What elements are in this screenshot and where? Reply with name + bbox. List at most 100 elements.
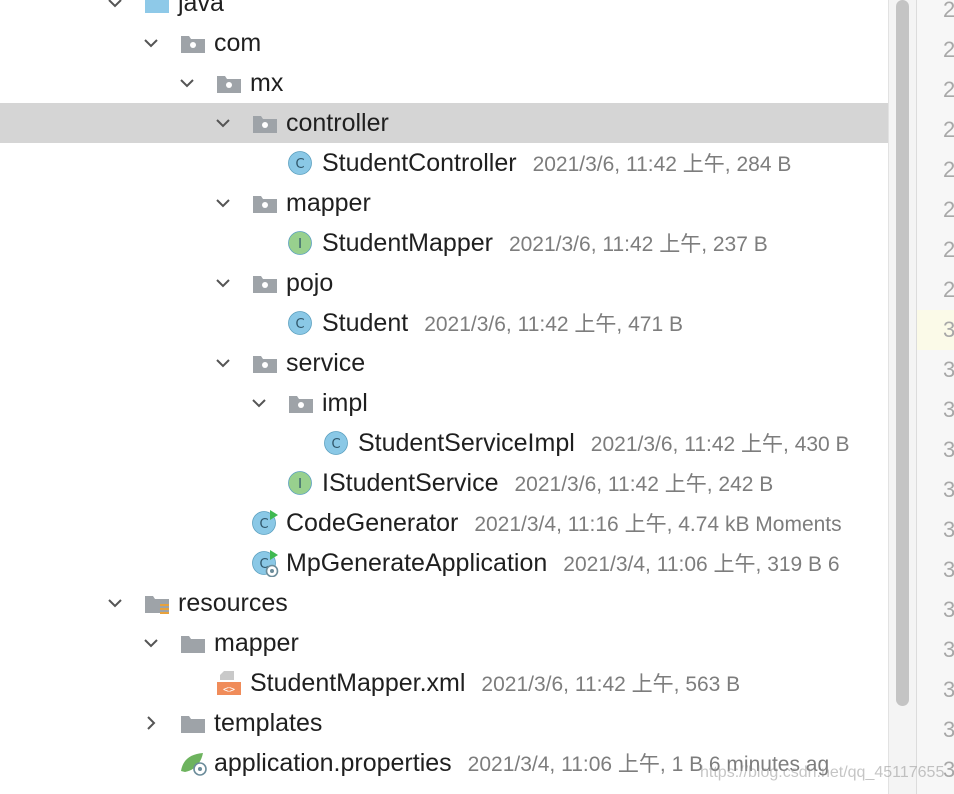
line-number: 3 [943, 750, 954, 790]
line-number: 2 [943, 190, 954, 230]
line-number: 2 [943, 70, 954, 110]
line-number: 3 [943, 630, 954, 670]
chevron-down-icon[interactable] [214, 274, 232, 292]
class-icon: C [323, 429, 351, 457]
file-metadata: 2021/3/6, 11:42 上午, 284 B [532, 153, 792, 176]
tree-item-label: pojo [286, 269, 334, 297]
tree-item-label: Student 2021/3/6, 11:42 上午, 471 B [322, 309, 683, 337]
class-icon: C [287, 149, 315, 177]
line-number: 3 [943, 510, 954, 550]
line-number: 3 [943, 390, 954, 430]
package-icon [251, 269, 279, 297]
tree-item-java[interactable]: java [0, 0, 888, 23]
tree-item-controller[interactable]: controller [0, 103, 888, 143]
line-number: 3 [943, 710, 954, 750]
interface-icon: I [287, 229, 315, 257]
tree-item-studentmapper[interactable]: I StudentMapper 2021/3/6, 11:42 上午, 237 B [0, 223, 888, 263]
svg-text:C: C [295, 317, 304, 332]
file-metadata: 2021/3/4, 11:16 上午, 4.74 kB Moments [474, 513, 842, 536]
package-icon [251, 109, 279, 137]
runnable-class-icon: C [251, 509, 279, 537]
line-number: 2 [943, 0, 954, 30]
tree-item-label: java [178, 0, 224, 17]
chevron-down-icon[interactable] [250, 394, 268, 412]
file-metadata: 2021/3/6, 11:42 上午, 563 B [481, 673, 741, 696]
folder-icon [179, 629, 207, 657]
line-number: 2 [943, 150, 954, 190]
line-number: 3 [943, 430, 954, 470]
tree-item-label: MpGenerateApplication 2021/3/4, 11:06 上午,… [286, 549, 840, 577]
tree-item-label: mapper [214, 629, 299, 657]
chevron-down-icon[interactable] [142, 34, 160, 52]
line-number: 3 [943, 590, 954, 630]
tree-item-studentcontroller[interactable]: C StudentController 2021/3/6, 11:42 上午, 2… [0, 143, 888, 183]
package-icon [215, 69, 243, 97]
tree-item-label: templates [214, 709, 323, 737]
tree-item-mapper[interactable]: mapper [0, 623, 888, 663]
properties-file-icon [179, 749, 207, 777]
editor-gutter: 22222222333333333333 [916, 0, 954, 794]
tree-item-com[interactable]: com [0, 23, 888, 63]
tree-item-label: mx [250, 69, 284, 97]
tree-item-label: impl [322, 389, 368, 417]
file-metadata: 2021/3/6, 11:42 上午, 430 B [590, 433, 850, 456]
tree-item-label: resources [178, 589, 288, 617]
tree-item-istudentservice[interactable]: I IStudentService 2021/3/6, 11:42 上午, 242… [0, 463, 888, 503]
tree-item-label: StudentServiceImpl 2021/3/6, 11:42 上午, 43… [358, 429, 850, 457]
tree-item-impl[interactable]: impl [0, 383, 888, 423]
file-metadata: 2021/3/6, 11:42 上午, 237 B [508, 233, 768, 256]
tree-item-label: mapper [286, 189, 371, 217]
tree-item-label: CodeGenerator 2021/3/4, 11:16 上午, 4.74 kB… [286, 509, 842, 537]
tree-item-service[interactable]: service [0, 343, 888, 383]
tree-item-label: StudentMapper 2021/3/6, 11:42 上午, 237 B [322, 229, 768, 257]
tree-item-label: StudentMapper.xml 2021/3/6, 11:42 上午, 563… [250, 669, 741, 697]
chevron-down-icon[interactable] [106, 0, 124, 12]
line-number: 3 [943, 550, 954, 590]
tree-item-label: com [214, 29, 262, 57]
chevron-down-icon[interactable] [214, 354, 232, 372]
tree-item-label: IStudentService 2021/3/6, 11:42 上午, 242 B [322, 469, 774, 497]
chevron-right-icon[interactable] [142, 714, 160, 732]
tree-scrollbar[interactable] [888, 0, 916, 794]
resources-folder-icon [143, 589, 171, 617]
line-number: 3 [917, 310, 954, 350]
tree-item-label: controller [286, 109, 389, 137]
chevron-down-icon[interactable] [214, 194, 232, 212]
xml-file-icon: <> [215, 669, 243, 697]
svg-text:C: C [331, 437, 340, 452]
tree-item-label: StudentController 2021/3/6, 11:42 上午, 284… [322, 149, 792, 177]
tree-item-codegenerator[interactable]: C CodeGenerator 2021/3/4, 11:16 上午, 4.74 … [0, 503, 888, 543]
chevron-down-icon[interactable] [178, 74, 196, 92]
svg-text:C: C [259, 517, 268, 532]
tree-item-resources[interactable]: resources [0, 583, 888, 623]
svg-text:<>: <> [223, 685, 235, 696]
chevron-down-icon[interactable] [214, 114, 232, 132]
tree-item-student[interactable]: C Student 2021/3/6, 11:42 上午, 471 B [0, 303, 888, 343]
tree-item-mx[interactable]: mx [0, 63, 888, 103]
package-icon [179, 29, 207, 57]
tree-item-pojo[interactable]: pojo [0, 263, 888, 303]
line-number: 3 [943, 350, 954, 390]
line-number: 2 [943, 110, 954, 150]
line-number: 2 [943, 270, 954, 310]
line-number: 3 [943, 470, 954, 510]
spring-app-class-icon: C [251, 549, 279, 577]
file-metadata: 2021/3/6, 11:42 上午, 471 B [424, 313, 683, 336]
interface-icon: I [287, 469, 315, 497]
line-number: 3 [943, 670, 954, 710]
file-metadata: 2021/3/4, 11:06 上午, 319 B 6 [563, 553, 840, 576]
tree-item-studentserviceimpl[interactable]: C StudentServiceImpl 2021/3/6, 11:42 上午, … [0, 423, 888, 463]
tree-item-mpgenerateapplication[interactable]: C MpGenerateApplication 2021/3/4, 11:06 上… [0, 543, 888, 583]
folder-icon [179, 709, 207, 737]
chevron-down-icon[interactable] [106, 594, 124, 612]
svg-text:I: I [298, 237, 302, 252]
line-number: 2 [943, 30, 954, 70]
tree-item-studentmapper-xml[interactable]: <> StudentMapper.xml 2021/3/6, 11:42 上午, 5… [0, 663, 888, 703]
tree-scrollbar-thumb[interactable] [896, 0, 909, 706]
package-icon [251, 189, 279, 217]
svg-text:I: I [298, 477, 302, 492]
chevron-down-icon[interactable] [142, 634, 160, 652]
file-metadata: 2021/3/6, 11:42 上午, 242 B [514, 473, 774, 496]
tree-item-mapper[interactable]: mapper [0, 183, 888, 223]
tree-item-templates[interactable]: templates [0, 703, 888, 743]
